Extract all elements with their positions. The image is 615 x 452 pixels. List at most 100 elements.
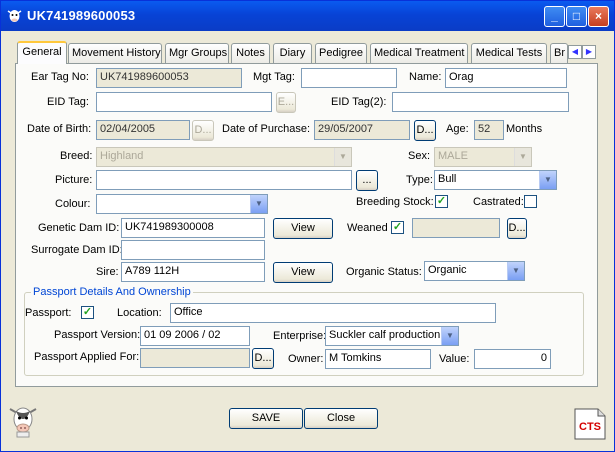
chevron-down-icon: ▼ [250, 195, 267, 213]
breeding-stock-checkbox[interactable]: ✓ [435, 195, 448, 208]
organic-status-label: Organic Status: [346, 266, 422, 278]
breed-value: Highland [100, 150, 144, 162]
type-label: Type: [406, 174, 433, 186]
breeding-stock-label: Breeding Stock: [356, 196, 434, 208]
chevron-down-icon: ▼ [441, 327, 458, 345]
view-genetic-dam-button[interactable]: View [273, 218, 333, 239]
sex-value: MALE [438, 150, 468, 162]
weaned-date-button[interactable]: D... [507, 218, 527, 239]
weaned-label: Weaned [347, 222, 388, 234]
tab-scroll-right-icon[interactable]: ▶ [582, 45, 596, 59]
chevron-down-icon: ▼ [334, 148, 351, 166]
title-bar[interactable]: UK741989600053 _ □ × [1, 1, 614, 31]
owner-field[interactable]: M Tomkins [325, 349, 431, 369]
save-button[interactable]: SAVE [229, 408, 303, 429]
sire-label: Sire: [96, 266, 119, 278]
passport-label: Passport: [25, 307, 72, 319]
age-label: Age: [446, 123, 469, 135]
tab-mgr-groups[interactable]: Mgr Groups [165, 43, 229, 63]
name-label: Name: [409, 71, 442, 83]
castrated-label: Castrated: [473, 196, 524, 208]
name-field[interactable]: Orag [445, 68, 567, 88]
weaned-checkbox[interactable]: ✓ [391, 221, 404, 234]
passport-applied-label: Passport Applied For: [34, 351, 140, 363]
general-panel: Ear Tag No: UK741989600053 Mgt Tag: Name… [15, 63, 598, 387]
tab-general[interactable]: General [17, 41, 67, 64]
eid-tag-label: EID Tag: [47, 96, 89, 108]
sex-select[interactable]: MALE ▼ [434, 147, 532, 167]
dob-date-button[interactable]: D... [192, 120, 214, 141]
tab-medical-treatment[interactable]: Medical Treatment [370, 43, 468, 63]
ear-tag-field[interactable]: UK741989600053 [96, 68, 242, 88]
castrated-checkbox[interactable] [524, 195, 537, 208]
tab-diary[interactable]: Diary [273, 43, 312, 63]
breed-select[interactable]: Highland ▼ [96, 147, 352, 167]
tab-medical-tests[interactable]: Medical Tests [471, 43, 547, 63]
location-field[interactable]: Office [170, 303, 496, 323]
type-value: Bull [438, 173, 457, 185]
colour-select[interactable]: ▼ [96, 194, 268, 214]
value-label: Value: [439, 353, 470, 365]
picture-label: Picture: [55, 174, 93, 186]
age-unit: Months [506, 123, 543, 135]
passport-group: Passport Details And Ownership Passport:… [24, 286, 584, 376]
surrogate-dam-label: Surrogate Dam ID: [31, 244, 123, 256]
location-label: Location: [117, 307, 162, 319]
tab-scroll: ◀ ▶ [568, 45, 598, 60]
passport-version-label: Passport Version: [54, 329, 141, 341]
enterprise-select[interactable]: Suckler calf production ▼ [325, 326, 459, 346]
tab-pedigree[interactable]: Pedigree [315, 43, 367, 63]
enterprise-label: Enterprise: [273, 330, 327, 342]
breed-label: Breed: [60, 150, 93, 162]
surrogate-dam-field[interactable] [121, 240, 265, 260]
genetic-dam-field[interactable]: UK741989300008 [121, 218, 265, 238]
type-select[interactable]: Bull ▼ [434, 170, 557, 190]
close-button[interactable]: Close [304, 408, 378, 429]
chevron-down-icon: ▼ [539, 171, 556, 189]
minimize-button[interactable]: _ [544, 6, 565, 27]
owner-label: Owner: [288, 353, 324, 365]
eid-tag2-field[interactable] [392, 92, 569, 112]
picture-field[interactable] [96, 170, 352, 190]
chevron-down-icon: ▼ [514, 148, 531, 166]
age-field[interactable]: 52 [474, 120, 504, 140]
organic-status-value: Organic [428, 264, 467, 276]
weaned-date-field[interactable] [412, 218, 500, 238]
cow-mascot-icon [9, 407, 37, 438]
passport-version-field[interactable]: 01 09 2006 / 02 [140, 326, 250, 346]
dop-field[interactable]: 29/05/2007 [314, 120, 410, 140]
cow-icon [7, 10, 22, 22]
dob-field[interactable]: 02/04/2005 [96, 120, 190, 140]
cts-logo-icon: CTS [574, 408, 606, 440]
passport-group-title: Passport Details And Ownership [31, 286, 193, 298]
dob-label: Date of Birth: [27, 123, 92, 135]
close-window-button[interactable]: × [588, 6, 609, 27]
mgt-tag-label: Mgt Tag: [253, 71, 295, 83]
maximize-button[interactable]: □ [566, 6, 587, 27]
tab-movement-history[interactable]: Movement History [68, 43, 162, 63]
colour-label: Colour: [55, 198, 91, 210]
view-sire-button[interactable]: View [273, 262, 333, 283]
dop-date-button[interactable]: D... [414, 120, 436, 141]
value-field[interactable]: 0 [474, 349, 551, 369]
chevron-down-icon: ▼ [507, 262, 524, 280]
tab-scroll-left-icon[interactable]: ◀ [568, 45, 582, 59]
tab-breeding[interactable]: Br [550, 43, 568, 63]
mgt-tag-field[interactable] [301, 68, 397, 88]
eid-tag2-label: EID Tag(2): [331, 96, 387, 108]
enterprise-value: Suckler calf production [329, 329, 441, 341]
eid-tag-field[interactable] [96, 92, 272, 112]
genetic-dam-label: Genetic Dam ID: [38, 222, 120, 234]
passport-checkbox[interactable]: ✓ [81, 306, 94, 319]
sex-label: Sex: [408, 150, 431, 162]
eid-read-button[interactable]: E... [276, 92, 296, 113]
organic-status-select[interactable]: Organic ▼ [424, 261, 525, 281]
window-title: UK741989600053 [27, 8, 136, 23]
tab-notes[interactable]: Notes [231, 43, 270, 63]
picture-browse-button[interactable]: ... [356, 170, 378, 191]
sire-field[interactable]: A789 112H [121, 262, 265, 282]
passport-applied-date-button[interactable]: D... [252, 348, 274, 369]
passport-applied-field[interactable] [140, 348, 250, 368]
main-window: UK741989600053 _ □ × General Movement Hi… [0, 0, 615, 452]
dop-label: Date of Purchase: [222, 123, 311, 135]
